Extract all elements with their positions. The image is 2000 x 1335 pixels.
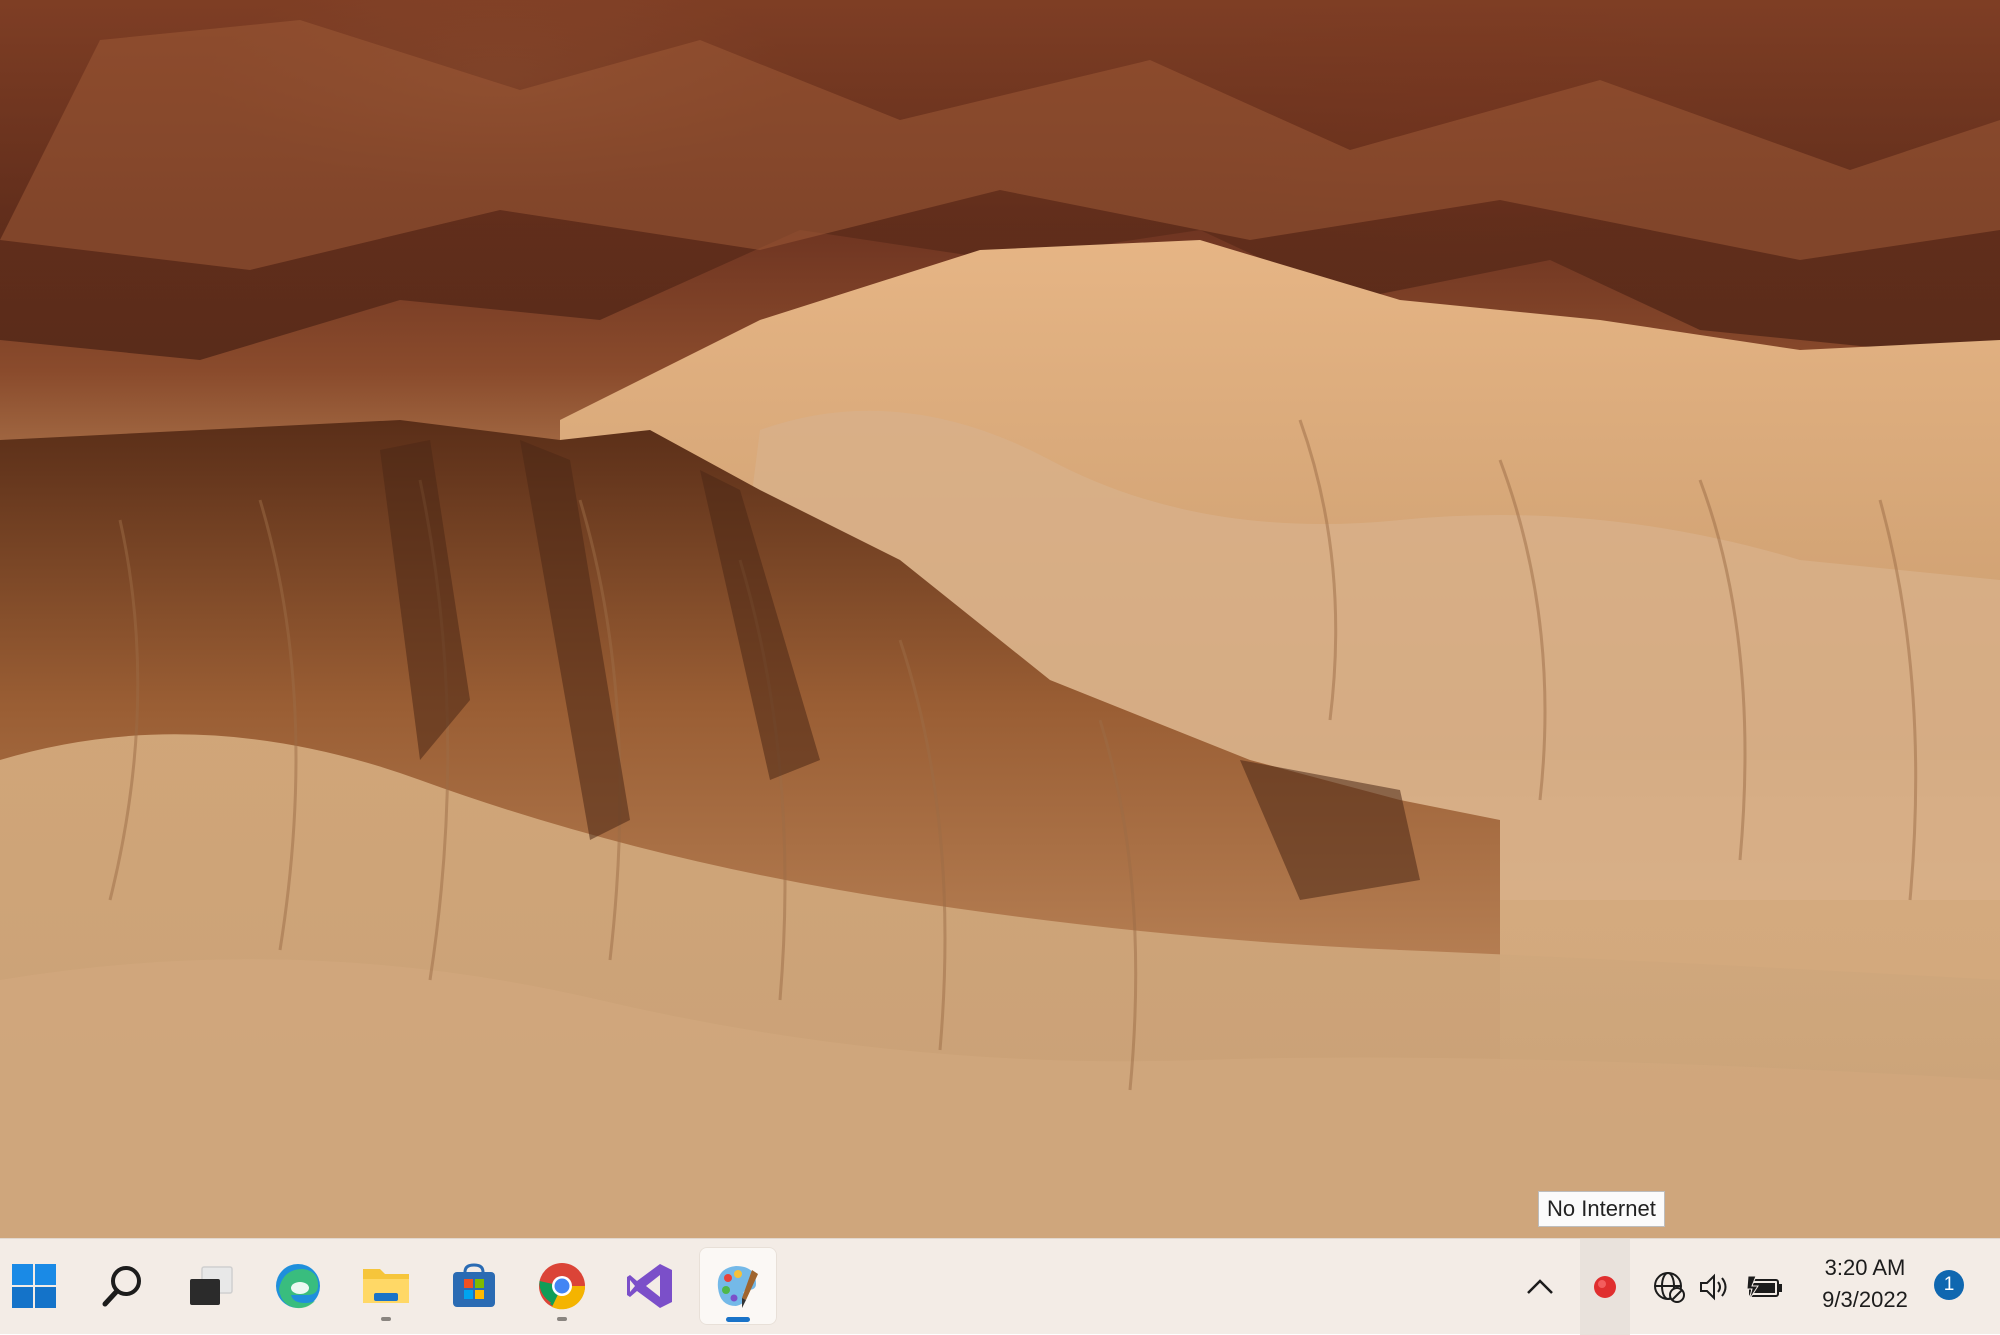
windows-logo-icon [12,1264,56,1308]
microsoft-store-button[interactable] [435,1247,513,1325]
folder-icon [363,1269,409,1303]
edge-button[interactable] [259,1247,337,1325]
globe-no-internet-icon [1654,1272,1685,1303]
paint-icon [717,1266,758,1308]
running-indicator [557,1317,567,1321]
file-explorer-button[interactable] [347,1247,425,1325]
show-hidden-icons-button[interactable] [1520,1239,1560,1335]
chevron-up-icon [1527,1279,1553,1294]
edge-icon [276,1264,320,1309]
search-button[interactable] [84,1247,162,1325]
notification-center-badge[interactable]: 1 [1934,1270,1964,1300]
store-icon [453,1263,495,1307]
paint-button[interactable] [699,1247,777,1325]
visual-studio-button[interactable] [611,1247,689,1325]
start-button[interactable] [0,1247,73,1325]
running-indicator [381,1317,391,1321]
search-icon [102,1266,141,1307]
desktop-wallpaper [0,0,2000,1238]
visual-studio-icon [627,1264,672,1308]
task-view-icon [190,1266,233,1305]
clock-button[interactable]: 3:20 AM 9/3/2022 [1800,1252,1930,1316]
chrome-icon [539,1263,586,1310]
wallpaper-landscape [0,0,2000,1238]
task-view-button[interactable] [172,1247,250,1325]
active-indicator [726,1317,750,1322]
speaker-icon [1700,1273,1727,1301]
battery-charging-icon [1746,1275,1782,1301]
clock-date: 9/3/2022 [1822,1287,1908,1312]
volume-tray-button[interactable] [1692,1239,1736,1335]
taskbar [0,1238,2000,1335]
red-dot-icon [1594,1276,1616,1298]
network-tray-button[interactable] [1645,1239,1693,1335]
recording-tray-button[interactable] [1580,1239,1630,1335]
network-tooltip: No Internet [1538,1191,1665,1227]
chrome-button[interactable] [523,1247,601,1325]
battery-tray-button[interactable] [1740,1239,1790,1335]
clock-time: 3:20 AM [1824,1255,1906,1280]
